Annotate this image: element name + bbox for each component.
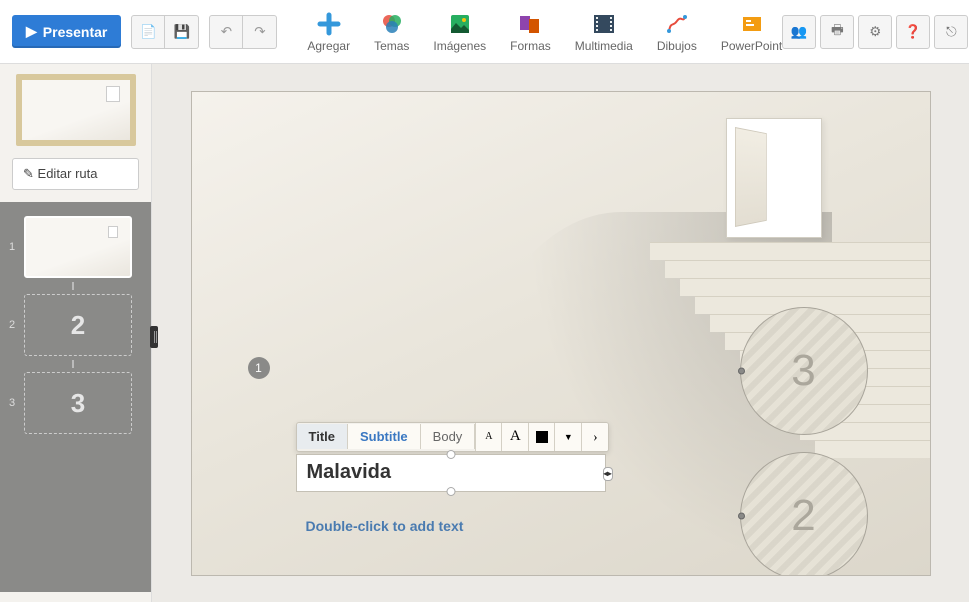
tool-add-label: Agregar bbox=[307, 39, 350, 53]
present-icon: ▶ bbox=[26, 23, 37, 40]
title-text-box[interactable]: Malavida ◂▸ bbox=[296, 454, 606, 492]
save-icon: 💾 bbox=[174, 24, 191, 40]
text-style-toolbar: Title Subtitle Body A A ▼ › bbox=[296, 422, 610, 452]
help-button[interactable]: ❓ bbox=[896, 15, 930, 49]
color-swatch-icon bbox=[536, 431, 548, 443]
font-larger-button[interactable]: A bbox=[502, 423, 528, 451]
shapes-icon bbox=[517, 11, 543, 37]
path-step-thumb-1 bbox=[24, 216, 132, 278]
print-button[interactable]: 🖶 bbox=[820, 15, 854, 49]
path-step-number: 1 bbox=[6, 241, 18, 253]
exit-icon: ⎋ bbox=[946, 24, 957, 40]
drawings-icon bbox=[664, 11, 690, 37]
text-color-button[interactable] bbox=[529, 423, 555, 451]
canvas[interactable]: 1 3 2 Title Subtitle Body A A bbox=[191, 91, 931, 576]
path-list: 1 2 2 3 3 bbox=[0, 202, 151, 592]
anchor-dot-icon bbox=[738, 512, 745, 519]
path-connector bbox=[72, 282, 74, 290]
more-options-button[interactable]: › bbox=[582, 423, 608, 451]
themes-icon bbox=[379, 11, 405, 37]
path-step-thumb-2: 2 bbox=[24, 294, 132, 356]
path-step-2[interactable]: 2 2 bbox=[0, 290, 151, 360]
new-file-button[interactable]: 📄 bbox=[131, 15, 165, 49]
tool-drawings-label: Dibujos bbox=[657, 39, 697, 53]
tool-drawings[interactable]: Dibujos bbox=[657, 11, 697, 53]
tool-shapes[interactable]: Formas bbox=[510, 11, 551, 53]
file-group: 📄 💾 bbox=[131, 15, 199, 49]
top-toolbar: ▶ Presentar 📄 💾 ↶ ↷ Agregar Temas Imágen… bbox=[0, 0, 969, 64]
help-icon: ❓ bbox=[905, 24, 922, 40]
resize-handle-top[interactable] bbox=[446, 450, 455, 459]
more-group: › bbox=[581, 423, 608, 451]
plus-icon bbox=[316, 11, 342, 37]
sidebar: ✎ Editar ruta 1 2 2 3 3 bbox=[0, 64, 152, 602]
multimedia-icon bbox=[591, 11, 617, 37]
undo-button[interactable]: ↶ bbox=[209, 15, 243, 49]
undo-icon: ↶ bbox=[221, 24, 232, 40]
door-illustration bbox=[726, 118, 822, 238]
tool-multimedia[interactable]: Multimedia bbox=[575, 11, 633, 53]
resize-handle-right[interactable]: ◂▸ bbox=[603, 467, 613, 481]
gear-icon: ⚙ bbox=[869, 24, 881, 40]
redo-button[interactable]: ↷ bbox=[243, 15, 277, 49]
edit-path-button[interactable]: ✎ Editar ruta bbox=[12, 158, 139, 190]
main-area: ✎ Editar ruta 1 2 2 3 3 bbox=[0, 64, 969, 602]
tool-shapes-label: Formas bbox=[510, 39, 551, 53]
canvas-step-marker-1[interactable]: 1 bbox=[248, 357, 270, 379]
path-step-number: 2 bbox=[6, 319, 18, 331]
placeholder-circle-3[interactable]: 3 bbox=[740, 307, 868, 435]
add-text-placeholder[interactable]: Double-click to add text bbox=[306, 518, 464, 534]
door-panel bbox=[735, 127, 767, 227]
canvas-wrap: 1 3 2 Title Subtitle Body A A bbox=[152, 64, 969, 602]
tool-add[interactable]: Agregar bbox=[307, 11, 350, 53]
text-style-segment: Title Subtitle Body bbox=[297, 424, 476, 449]
style-body-button[interactable]: Body bbox=[421, 424, 476, 449]
circle-label: 3 bbox=[791, 346, 815, 396]
path-connector bbox=[72, 360, 74, 368]
path-step-3[interactable]: 3 3 bbox=[0, 368, 151, 438]
chevron-down-icon: ▼ bbox=[564, 432, 573, 442]
placeholder-circle-2[interactable]: 2 bbox=[740, 452, 868, 576]
font-smaller-button[interactable]: A bbox=[476, 423, 502, 451]
present-label: Presentar bbox=[43, 24, 108, 40]
color-group: ▼ bbox=[528, 423, 581, 451]
tool-images-label: Imágenes bbox=[433, 39, 486, 53]
undo-redo-group: ↶ ↷ bbox=[209, 15, 277, 49]
tool-powerpoint[interactable]: PowerPoint bbox=[721, 11, 782, 53]
anchor-dot-icon bbox=[738, 367, 745, 374]
chevron-right-icon: › bbox=[593, 429, 597, 445]
overview-thumbnail[interactable] bbox=[16, 74, 136, 146]
save-button[interactable]: 💾 bbox=[165, 15, 199, 49]
resize-handle-bottom[interactable] bbox=[446, 487, 455, 496]
tool-themes[interactable]: Temas bbox=[374, 11, 409, 53]
tool-images[interactable]: Imágenes bbox=[433, 11, 486, 53]
right-tools: 👥 🖶 ⚙ ❓ ⎋ bbox=[782, 15, 968, 49]
print-icon: 🖶 bbox=[831, 21, 844, 43]
tool-multimedia-label: Multimedia bbox=[575, 39, 633, 53]
edit-path-label: Editar ruta bbox=[38, 166, 98, 181]
share-icon: 👥 bbox=[791, 24, 808, 40]
powerpoint-icon bbox=[739, 11, 765, 37]
path-step-1[interactable]: 1 bbox=[0, 212, 151, 282]
style-subtitle-button[interactable]: Subtitle bbox=[348, 424, 421, 449]
style-title-button[interactable]: Title bbox=[297, 424, 349, 449]
tool-themes-label: Temas bbox=[374, 39, 409, 53]
exit-button[interactable]: ⎋ bbox=[934, 15, 968, 49]
step-marker-label: 1 bbox=[255, 361, 262, 375]
share-button[interactable]: 👥 bbox=[782, 15, 816, 49]
settings-button[interactable]: ⚙ bbox=[858, 15, 892, 49]
color-dropdown-button[interactable]: ▼ bbox=[555, 423, 581, 451]
tool-powerpoint-label: PowerPoint bbox=[721, 39, 782, 53]
title-text: Malavida bbox=[307, 461, 391, 483]
pencil-icon: ✎ bbox=[23, 166, 34, 181]
path-step-number: 3 bbox=[6, 397, 18, 409]
font-size-group: A A bbox=[475, 423, 528, 451]
file-icon: 📄 bbox=[140, 24, 157, 40]
redo-icon: ↷ bbox=[254, 24, 265, 40]
main-tools: Agregar Temas Imágenes Formas Multimedia… bbox=[307, 11, 782, 53]
circle-label: 2 bbox=[791, 491, 815, 541]
present-button[interactable]: ▶ Presentar bbox=[12, 15, 121, 48]
images-icon bbox=[447, 11, 473, 37]
path-step-thumb-3: 3 bbox=[24, 372, 132, 434]
